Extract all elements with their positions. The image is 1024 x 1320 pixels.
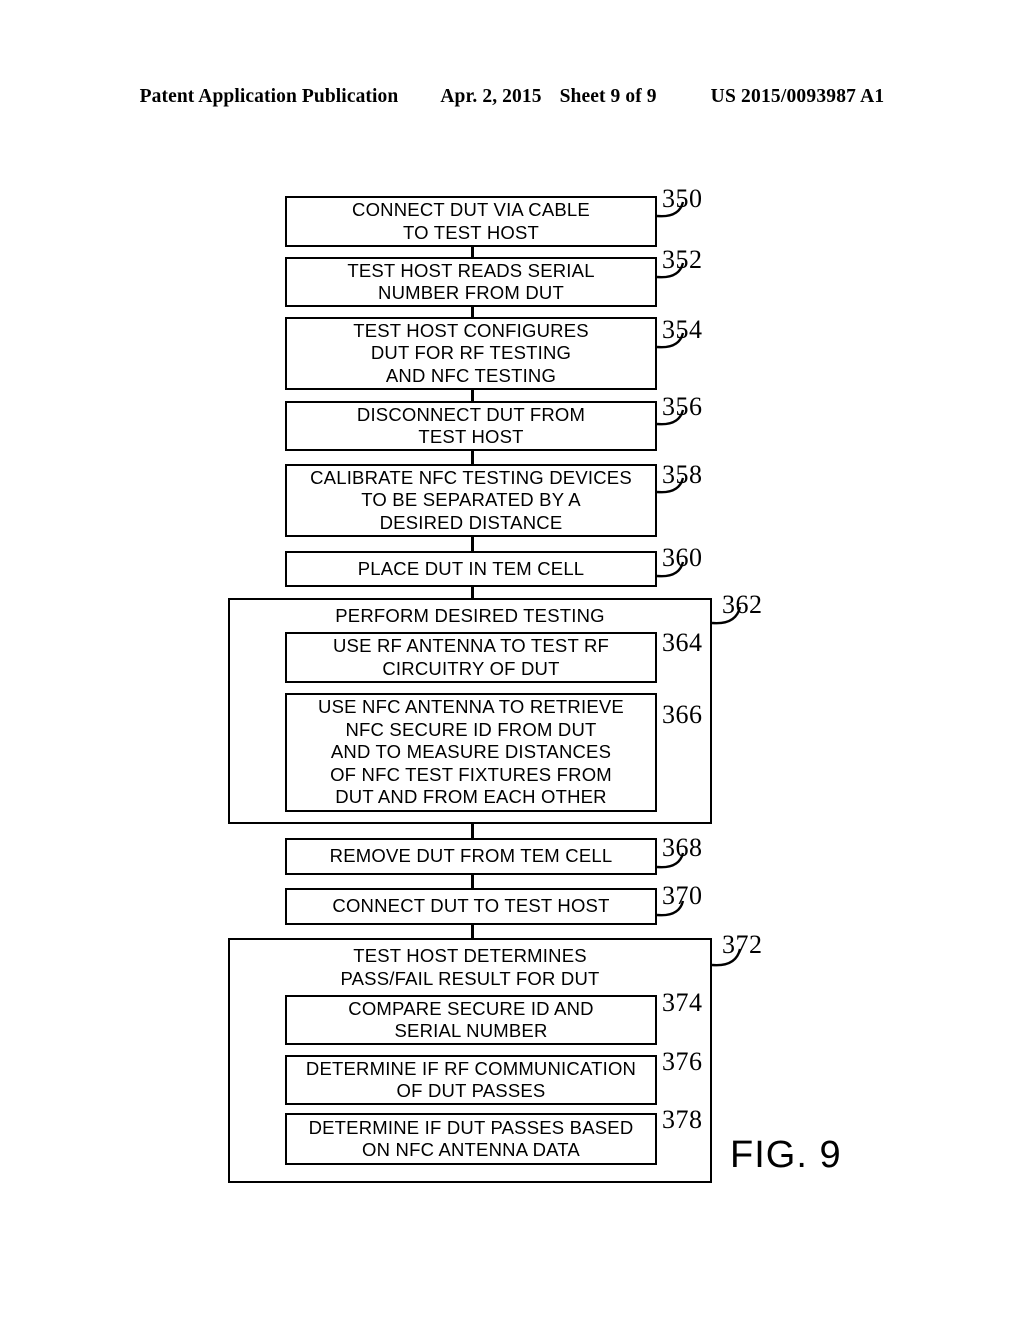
reference-numeral-352: 352 bbox=[662, 245, 703, 274]
process-box-366[interactable]: USE NFC ANTENNA TO RETRIEVE NFC SECURE I… bbox=[285, 693, 657, 812]
box-374-line-1: COMPARE SECURE ID AND bbox=[348, 997, 594, 1019]
process-box-364[interactable]: USE RF ANTENNA TO TEST RF CIRCUITRY OF D… bbox=[285, 632, 657, 683]
connector-362-368 bbox=[471, 824, 474, 838]
box-366-line-4: OF NFC TEST FIXTURES FROM bbox=[330, 763, 612, 785]
process-box-376[interactable]: DETERMINE IF RF COMMUNICATION OF DUT PAS… bbox=[285, 1055, 657, 1105]
process-box-352[interactable]: TEST HOST READS SERIAL NUMBER FROM DUT bbox=[285, 257, 657, 307]
reference-numeral-374: 374 bbox=[662, 988, 703, 1017]
box-360-line-1: PLACE DUT IN TEM CELL bbox=[357, 557, 585, 579]
process-box-350[interactable]: CONNECT DUT VIA CABLE TO TEST HOST bbox=[285, 196, 657, 247]
reference-numeral-360: 360 bbox=[662, 543, 703, 572]
connector-350-352 bbox=[471, 247, 474, 257]
group-box-372-title-line-2: PASS/FAIL RESULT FOR DUT bbox=[340, 968, 600, 989]
box-370-line-1: CONNECT DUT TO TEST HOST bbox=[332, 895, 610, 917]
reference-numeral-354: 354 bbox=[662, 315, 703, 344]
group-box-362-title: PERFORM DESIRED TESTING bbox=[335, 605, 605, 626]
reference-numeral-376: 376 bbox=[662, 1047, 703, 1076]
process-box-356[interactable]: DISCONNECT DUT FROM TEST HOST bbox=[285, 401, 657, 451]
process-box-358[interactable]: CALIBRATE NFC TESTING DEVICES TO BE SEPA… bbox=[285, 464, 657, 537]
process-box-360[interactable]: PLACE DUT IN TEM CELL bbox=[285, 551, 657, 587]
group-box-372-title-line-1: TEST HOST DETERMINES bbox=[353, 945, 587, 966]
connector-358-360 bbox=[471, 537, 474, 551]
box-366-line-3: AND TO MEASURE DISTANCES bbox=[330, 741, 612, 763]
box-352-line-1: TEST HOST READS SERIAL bbox=[347, 259, 595, 281]
reference-numeral-372: 372 bbox=[722, 930, 763, 959]
box-376-line-1: DETERMINE IF RF COMMUNICATION bbox=[305, 1057, 637, 1079]
connector-370-372 bbox=[471, 925, 474, 938]
flowchart-figure: CONNECT DUT VIA CABLE TO TEST HOST 350 T… bbox=[0, 0, 1024, 1320]
box-378-line-1: DETERMINE IF DUT PASSES BASED bbox=[308, 1116, 634, 1138]
reference-numeral-370: 370 bbox=[662, 881, 703, 910]
process-box-354[interactable]: TEST HOST CONFIGURES DUT FOR RF TESTING … bbox=[285, 317, 657, 390]
box-366-line-1: USE NFC ANTENNA TO RETRIEVE bbox=[318, 696, 624, 718]
connector-356-358 bbox=[471, 451, 474, 464]
box-376-line-2: OF DUT PASSES bbox=[396, 1080, 546, 1101]
process-box-374[interactable]: COMPARE SECURE ID AND SERIAL NUMBER bbox=[285, 995, 657, 1045]
box-354-line-2: DUT FOR RF TESTING bbox=[370, 342, 572, 364]
box-358-line-1: CALIBRATE NFC TESTING DEVICES bbox=[310, 466, 632, 488]
box-356-line-2: TEST HOST bbox=[418, 426, 524, 447]
reference-numeral-350: 350 bbox=[662, 184, 703, 213]
connector-354-356 bbox=[471, 390, 474, 401]
process-box-368[interactable]: REMOVE DUT FROM TEM CELL bbox=[285, 838, 657, 875]
box-354-line-3: AND NFC TESTING bbox=[385, 364, 557, 386]
process-box-378[interactable]: DETERMINE IF DUT PASSES BASED ON NFC ANT… bbox=[285, 1113, 657, 1165]
box-364-line-1: USE RF ANTENNA TO TEST RF bbox=[332, 635, 610, 656]
reference-numeral-378: 378 bbox=[662, 1105, 703, 1134]
box-358-line-2: TO BE SEPARATED BY A bbox=[361, 489, 581, 511]
connector-368-370 bbox=[471, 875, 474, 888]
reference-numeral-356: 356 bbox=[662, 392, 703, 421]
box-350-line-2: TO TEST HOST bbox=[402, 221, 540, 243]
box-374-line-2: SERIAL NUMBER bbox=[394, 1020, 548, 1041]
box-358-line-3: DESIRED DISTANCE bbox=[379, 511, 563, 533]
figure-label: FIG. 9 bbox=[730, 1134, 842, 1176]
box-366-line-2: NFC SECURE ID FROM DUT bbox=[345, 718, 597, 740]
box-356-line-1: DISCONNECT DUT FROM bbox=[356, 403, 586, 425]
connector-360-362 bbox=[471, 587, 474, 598]
box-364-line-2: CIRCUITRY OF DUT bbox=[382, 657, 560, 679]
reference-numeral-362: 362 bbox=[722, 590, 763, 619]
process-box-370[interactable]: CONNECT DUT TO TEST HOST bbox=[285, 888, 657, 925]
reference-numeral-364: 364 bbox=[662, 628, 703, 657]
reference-numeral-368: 368 bbox=[662, 833, 703, 862]
reference-numeral-366: 366 bbox=[662, 700, 703, 729]
box-354-line-1: TEST HOST CONFIGURES bbox=[353, 319, 589, 341]
box-366-line-5: DUT AND FROM EACH OTHER bbox=[335, 786, 607, 808]
reference-numeral-358: 358 bbox=[662, 460, 703, 489]
box-352-line-2: NUMBER FROM DUT bbox=[378, 282, 564, 303]
box-368-line-1: REMOVE DUT FROM TEM CELL bbox=[329, 845, 613, 867]
box-350-line-1: CONNECT DUT VIA CABLE bbox=[352, 199, 590, 220]
connector-352-354 bbox=[471, 307, 474, 317]
box-378-line-2: ON NFC ANTENNA DATA bbox=[362, 1139, 580, 1160]
